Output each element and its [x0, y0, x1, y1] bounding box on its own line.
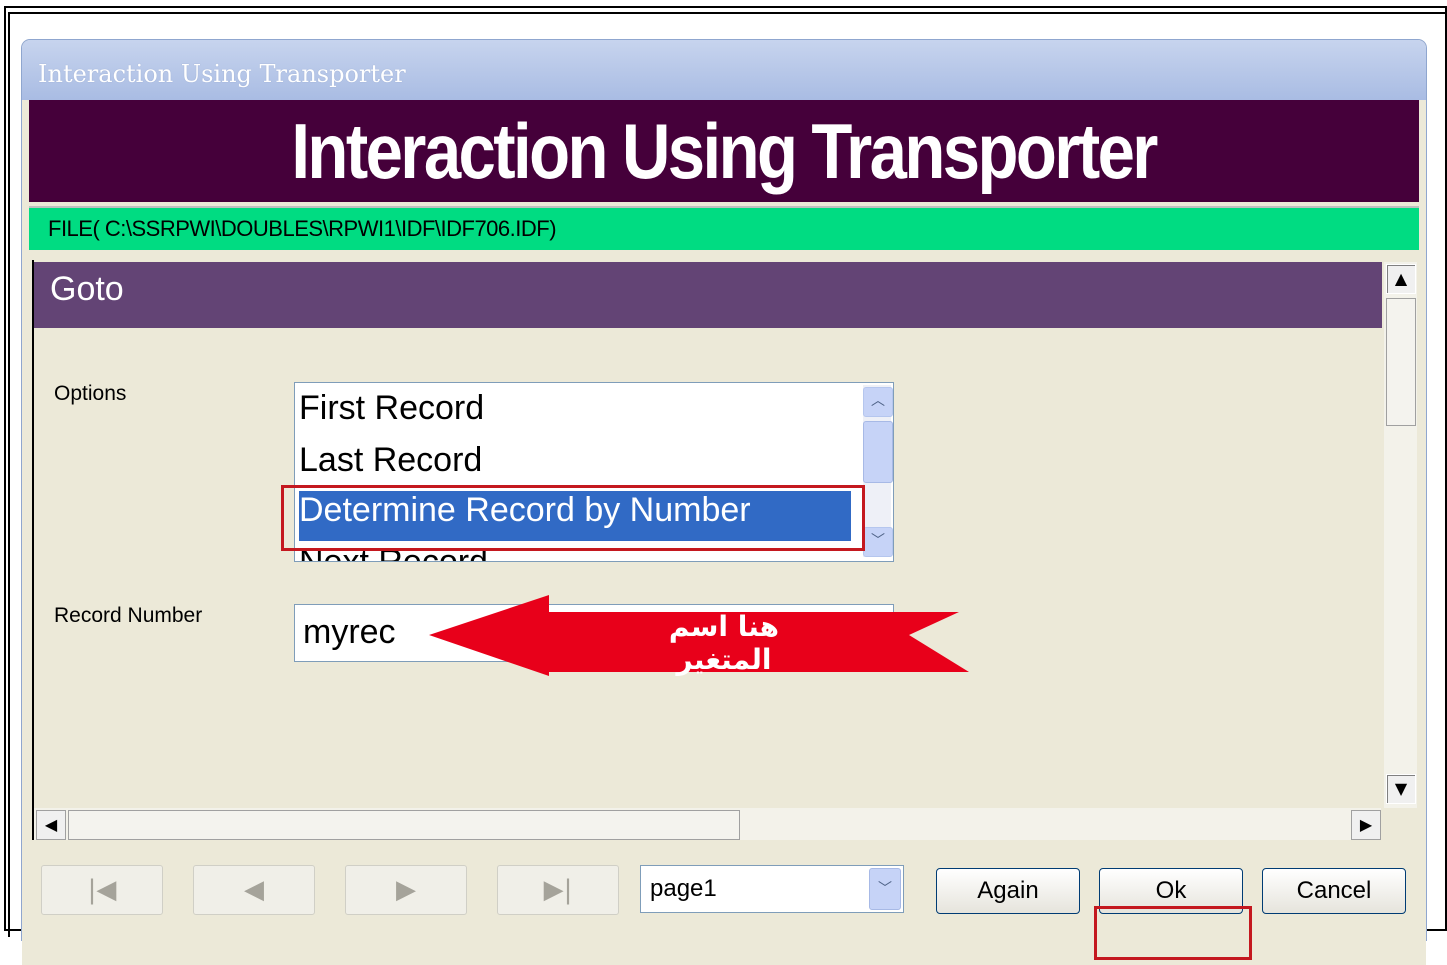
previous-icon: ◀ — [244, 875, 264, 905]
arrow-annotation-text: هنا اسم المتغير — [668, 610, 780, 676]
last-record-button[interactable]: ▶| — [497, 865, 619, 915]
scroll-up-icon[interactable]: ▲ — [1386, 264, 1416, 294]
page-select-value: page1 — [650, 875, 717, 902]
vertical-scroll-thumb[interactable] — [1386, 298, 1416, 426]
listbox-scrollbar[interactable]: ︿ ﹀ — [863, 385, 893, 557]
next-icon: ▶ — [396, 875, 416, 905]
chevron-down-icon[interactable]: ﹀ — [863, 527, 893, 557]
first-record-button[interactable]: |◀ — [41, 865, 163, 915]
scroll-right-icon[interactable]: ▶ — [1351, 810, 1381, 840]
last-record-icon: ▶| — [543, 875, 573, 905]
window-title: Interaction Using Transporter — [38, 60, 406, 88]
horizontal-scrollbar[interactable]: ◀ ▶ — [34, 808, 1381, 840]
options-label: Options — [54, 382, 127, 405]
previous-button[interactable]: ◀ — [193, 865, 315, 915]
chevron-down-icon[interactable]: ﹀ — [869, 868, 901, 910]
goto-header: Goto — [34, 262, 1382, 328]
again-button[interactable]: Again — [936, 868, 1080, 914]
chevron-up-icon[interactable]: ︿ — [863, 387, 893, 417]
goto-title: Goto — [50, 270, 124, 308]
title-bar[interactable]: Interaction Using Transporter — [22, 40, 1426, 100]
selection-highlight-box — [281, 485, 865, 551]
bottom-toolbar: |◀ ◀ ▶ ▶| page1 ﹀ Again Ok Cancel — [22, 840, 1426, 965]
scroll-down-icon[interactable]: ▼ — [1386, 774, 1416, 804]
goto-panel: Goto ▲ ▼ Options First Record Last Recor… — [32, 260, 1419, 840]
header-banner: Interaction Using Transporter — [29, 100, 1419, 202]
list-item[interactable]: Last Record — [299, 441, 482, 491]
ok-highlight-box — [1094, 906, 1252, 960]
record-number-label: Record Number — [54, 604, 203, 627]
file-path-bar: FILE( C:\SSRPWI\DOUBLES\RPWI1\IDF\IDF706… — [29, 206, 1419, 250]
vertical-scrollbar[interactable]: ▲ ▼ — [1384, 262, 1417, 808]
horizontal-scroll-thumb[interactable] — [68, 810, 740, 840]
dialog-window: Interaction Using Transporter Interactio… — [22, 40, 1426, 965]
file-path-text: FILE( C:\SSRPWI\DOUBLES\RPWI1\IDF\IDF706… — [48, 216, 557, 241]
first-record-icon: |◀ — [87, 875, 117, 905]
page-select[interactable]: page1 ﹀ — [640, 865, 904, 913]
record-number-value: myrec — [303, 613, 396, 651]
list-item[interactable]: First Record — [299, 389, 484, 439]
listbox-scroll-thumb[interactable] — [863, 421, 893, 483]
cancel-button[interactable]: Cancel — [1262, 868, 1406, 914]
banner-title: Interaction Using Transporter — [291, 106, 1159, 195]
scroll-left-icon[interactable]: ◀ — [36, 810, 66, 840]
next-button[interactable]: ▶ — [345, 865, 467, 915]
